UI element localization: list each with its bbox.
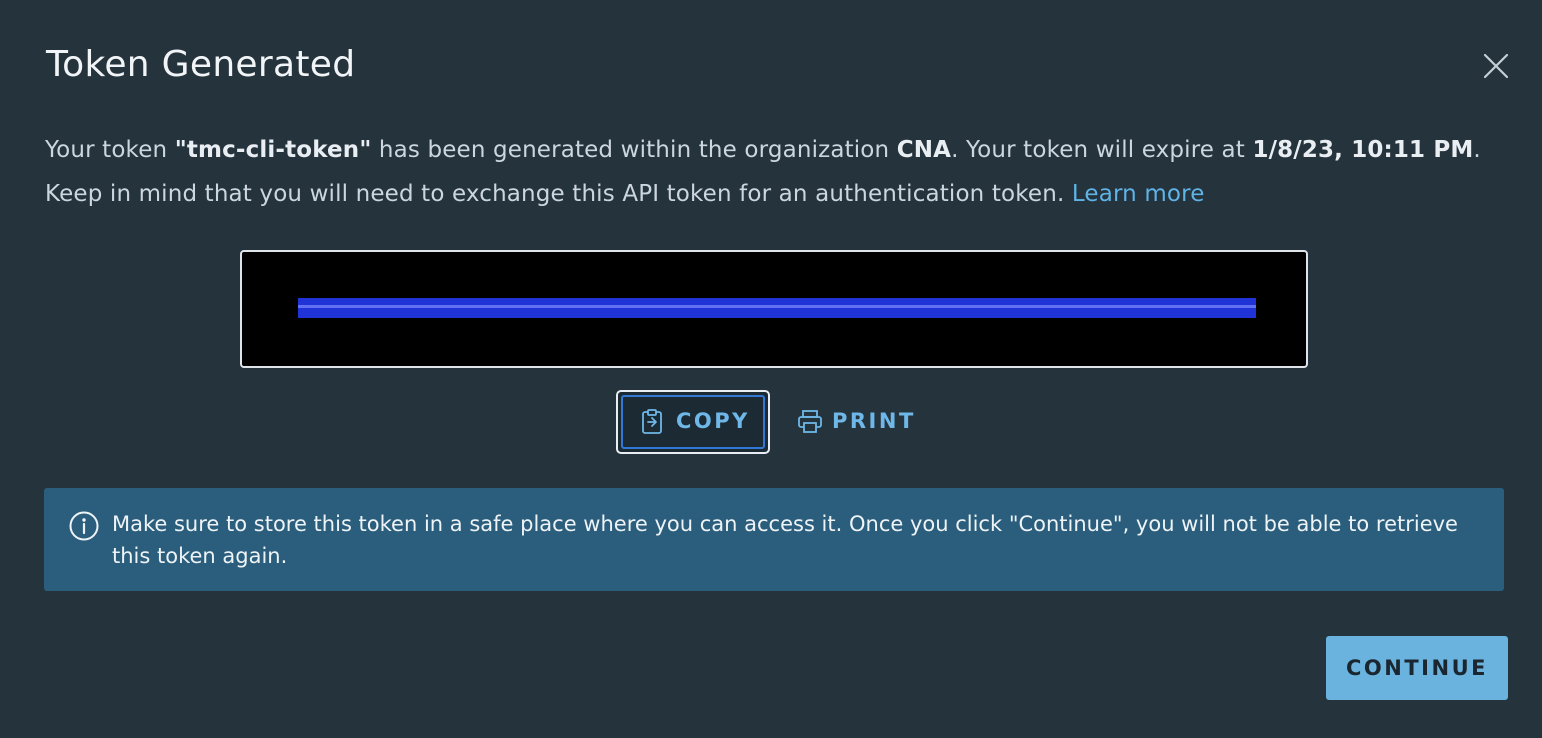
learn-more-link[interactable]: Learn more bbox=[1072, 181, 1205, 207]
message-text: has been generated within the organizati… bbox=[371, 137, 897, 163]
message-text: . Your token will expire at bbox=[951, 137, 1253, 163]
token-redaction-bar bbox=[298, 298, 1256, 318]
dialog-title: Token Generated bbox=[46, 44, 356, 85]
continue-button-label[interactable]: CONTINUE bbox=[1326, 656, 1508, 680]
copy-button-label[interactable]: COPY bbox=[676, 409, 750, 433]
info-alert: Make sure to store this token in a safe … bbox=[44, 488, 1504, 591]
message-line-2: Keep in mind that you will need to excha… bbox=[45, 172, 1505, 216]
close-button[interactable] bbox=[1478, 48, 1514, 84]
print-button[interactable]: PRINT bbox=[790, 396, 920, 448]
print-button-label[interactable]: PRINT bbox=[832, 409, 916, 433]
token-expiry: 1/8/23, 10:11 PM bbox=[1252, 137, 1474, 163]
printer-icon bbox=[798, 410, 822, 433]
message-text: . bbox=[1473, 137, 1481, 163]
token-message: Your token "tmc-cli-token" has been gene… bbox=[45, 128, 1505, 216]
token-name: "tmc-cli-token" bbox=[174, 137, 372, 163]
token-display[interactable] bbox=[240, 250, 1308, 368]
info-icon bbox=[69, 511, 99, 541]
token-generated-dialog: Token Generated Your token "tmc-cli-toke… bbox=[0, 0, 1542, 738]
continue-button[interactable]: CONTINUE bbox=[1326, 636, 1508, 700]
message-text: Keep in mind that you will need to excha… bbox=[45, 181, 1072, 207]
clipboard-icon bbox=[642, 409, 662, 434]
close-icon bbox=[1483, 53, 1509, 79]
info-alert-text: Make sure to store this token in a safe … bbox=[112, 512, 1458, 568]
message-text: Your token bbox=[45, 137, 175, 163]
message-line-1: Your token "tmc-cli-token" has been gene… bbox=[45, 128, 1505, 172]
organization-name: CNA bbox=[896, 137, 952, 163]
